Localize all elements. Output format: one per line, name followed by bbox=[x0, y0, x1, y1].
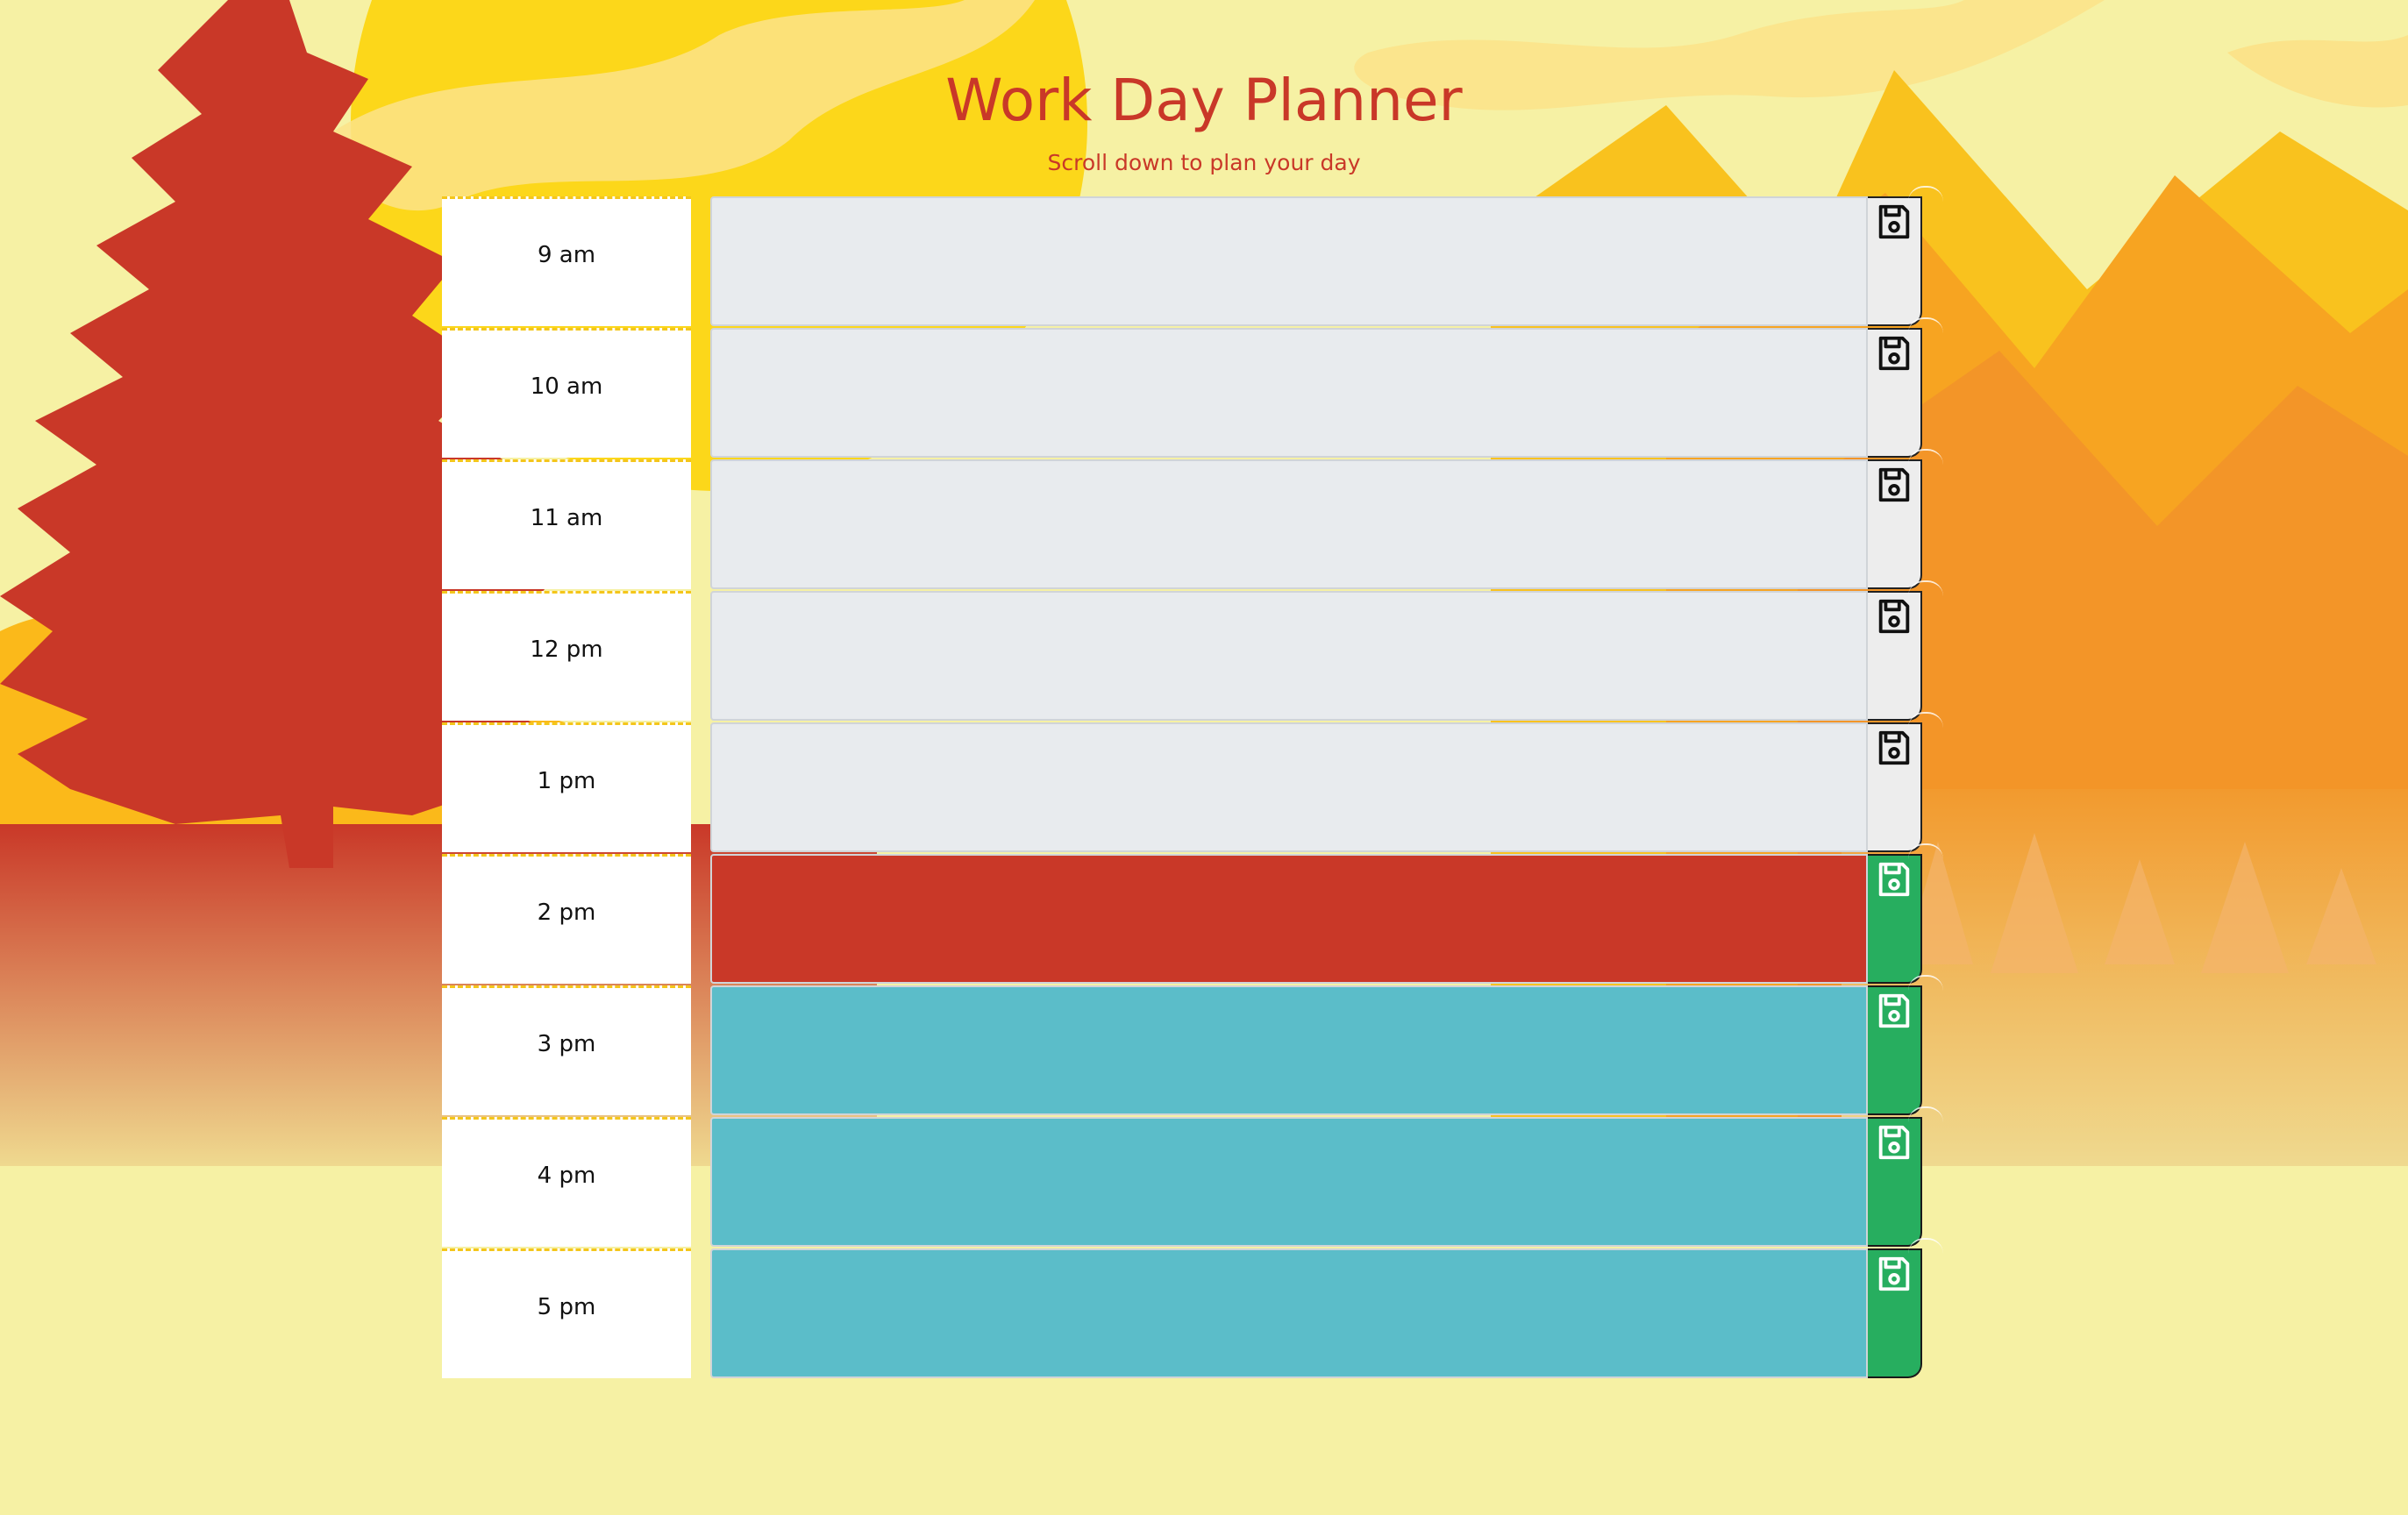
floppy-disk-icon bbox=[1874, 202, 1914, 246]
hour-label: 4 pm bbox=[442, 1117, 691, 1247]
hour-label: 5 pm bbox=[442, 1248, 691, 1378]
task-input[interactable] bbox=[710, 591, 1868, 721]
page-header: Work Day Planner Scroll down to plan you… bbox=[0, 61, 2408, 177]
save-button[interactable] bbox=[1868, 1106, 1943, 1247]
floppy-disk-icon bbox=[1874, 1254, 1914, 1298]
time-block-row: 12 pm bbox=[442, 580, 1943, 722]
task-input[interactable] bbox=[710, 328, 1868, 458]
page-subtitle: Scroll down to plan your day bbox=[1047, 150, 1361, 175]
save-button[interactable] bbox=[1868, 975, 1943, 1115]
task-input[interactable] bbox=[710, 196, 1868, 326]
time-block-row: 9 am bbox=[442, 186, 1943, 328]
save-button[interactable] bbox=[1868, 1238, 1943, 1378]
time-block-row: 5 pm bbox=[442, 1238, 1943, 1380]
time-block-row: 11 am bbox=[442, 449, 1943, 591]
save-button[interactable] bbox=[1868, 186, 1943, 326]
hour-label: 10 am bbox=[442, 328, 691, 458]
task-input[interactable] bbox=[710, 985, 1868, 1115]
time-block-row: 2 pm bbox=[442, 843, 1943, 985]
time-block-row: 10 am bbox=[442, 317, 1943, 459]
save-button[interactable] bbox=[1868, 449, 1943, 589]
save-button[interactable] bbox=[1868, 712, 1943, 852]
task-input[interactable] bbox=[710, 1248, 1868, 1378]
hour-label: 12 pm bbox=[442, 591, 691, 721]
task-input[interactable] bbox=[710, 854, 1868, 984]
floppy-disk-icon bbox=[1874, 596, 1914, 641]
floppy-disk-icon bbox=[1874, 465, 1914, 509]
hour-label: 1 pm bbox=[442, 722, 691, 852]
floppy-disk-icon bbox=[1874, 1122, 1914, 1167]
hour-label: 9 am bbox=[442, 196, 691, 326]
floppy-disk-icon bbox=[1874, 728, 1914, 772]
save-button[interactable] bbox=[1868, 317, 1943, 458]
planner-container: 9 am 10 am 11 am 12 pm 1 pm 2 pm 3 pm 4 pm 5 pm bbox=[442, 186, 1943, 1380]
task-input[interactable] bbox=[710, 722, 1868, 852]
page-title: Work Day Planner bbox=[945, 67, 1463, 134]
task-input[interactable] bbox=[710, 1117, 1868, 1247]
task-input[interactable] bbox=[710, 459, 1868, 589]
hour-label: 11 am bbox=[442, 459, 691, 589]
time-block-row: 3 pm bbox=[442, 975, 1943, 1117]
save-button[interactable] bbox=[1868, 580, 1943, 721]
hour-label: 2 pm bbox=[442, 854, 691, 984]
save-button[interactable] bbox=[1868, 843, 1943, 984]
floppy-disk-icon bbox=[1874, 333, 1914, 378]
hour-label: 3 pm bbox=[442, 985, 691, 1115]
floppy-disk-icon bbox=[1874, 991, 1914, 1035]
time-block-row: 1 pm bbox=[442, 712, 1943, 854]
floppy-disk-icon bbox=[1874, 859, 1914, 904]
time-block-row: 4 pm bbox=[442, 1106, 1943, 1248]
